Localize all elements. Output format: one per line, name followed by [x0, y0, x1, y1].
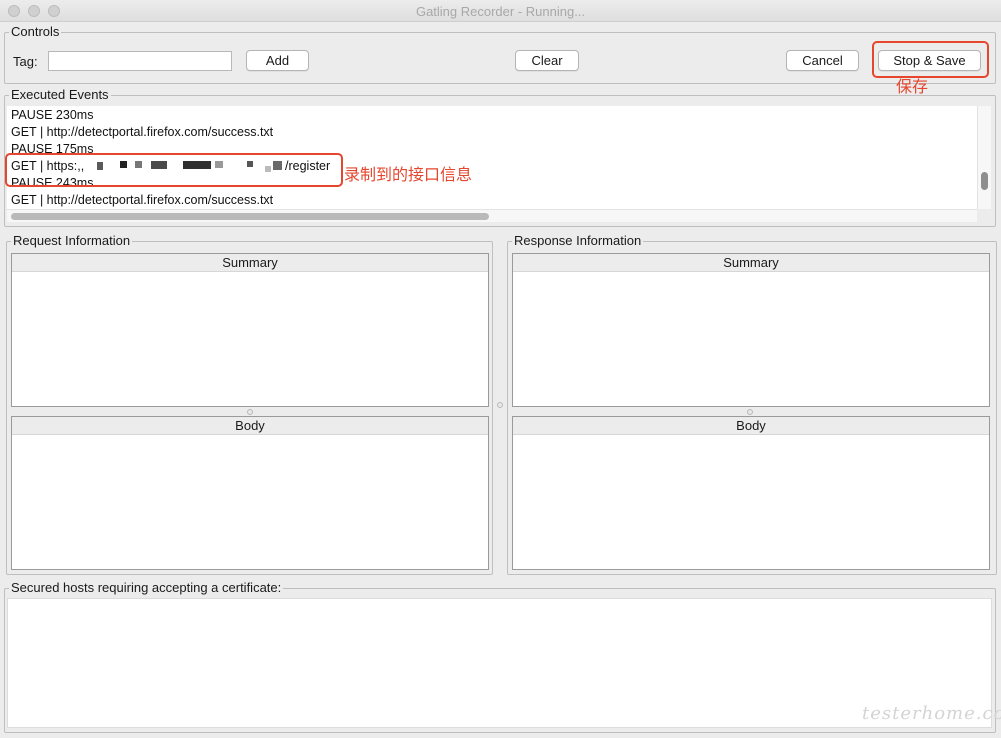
stop-save-highlight [872, 41, 989, 78]
request-summary-panel[interactable]: Summary [11, 253, 489, 407]
event-item[interactable]: GET | http://detectportal.firefox.com/su… [11, 124, 273, 140]
window-title: Gatling Recorder - Running... [415, 4, 586, 19]
cancel-button[interactable]: Cancel [786, 50, 859, 71]
event-item[interactable]: PAUSE 230ms [11, 107, 93, 123]
tag-input[interactable] [48, 51, 232, 71]
response-split-handle[interactable] [747, 409, 753, 415]
request-summary-title: Summary [12, 254, 488, 272]
api-annotation: 录制到的接口信息 [344, 167, 473, 184]
request-split-handle[interactable] [247, 409, 253, 415]
watermark: testerhome.com [862, 703, 1001, 724]
tag-label: Tag: [13, 54, 38, 69]
response-body-panel[interactable]: Body [512, 416, 990, 570]
horizontal-scroll-thumb[interactable] [11, 213, 489, 220]
request-body-panel[interactable]: Body [11, 416, 489, 570]
add-button[interactable]: Add [246, 50, 309, 71]
main-split-handle[interactable] [497, 402, 503, 408]
certificates-legend: Secured hosts requiring accepting a cert… [11, 580, 282, 595]
response-legend: Response Information [514, 233, 642, 248]
vertical-scroll-thumb[interactable] [981, 172, 988, 190]
response-body-title: Body [513, 417, 989, 435]
events-horizontal-scrollbar[interactable] [7, 209, 977, 222]
request-body-title: Body [12, 417, 488, 435]
events-vertical-scrollbar[interactable] [977, 106, 991, 209]
title-bar: Gatling Recorder - Running... [0, 0, 1001, 22]
controls-legend: Controls [11, 24, 60, 39]
response-summary-title: Summary [513, 254, 989, 272]
certificates-list[interactable] [7, 598, 992, 728]
response-summary-panel[interactable]: Summary [512, 253, 990, 407]
events-legend: Executed Events [11, 87, 109, 102]
register-highlight [5, 153, 343, 187]
request-legend: Request Information [13, 233, 131, 248]
clear-button[interactable]: Clear [515, 50, 579, 71]
event-item[interactable]: GET | http://detectportal.firefox.com/su… [11, 192, 273, 208]
